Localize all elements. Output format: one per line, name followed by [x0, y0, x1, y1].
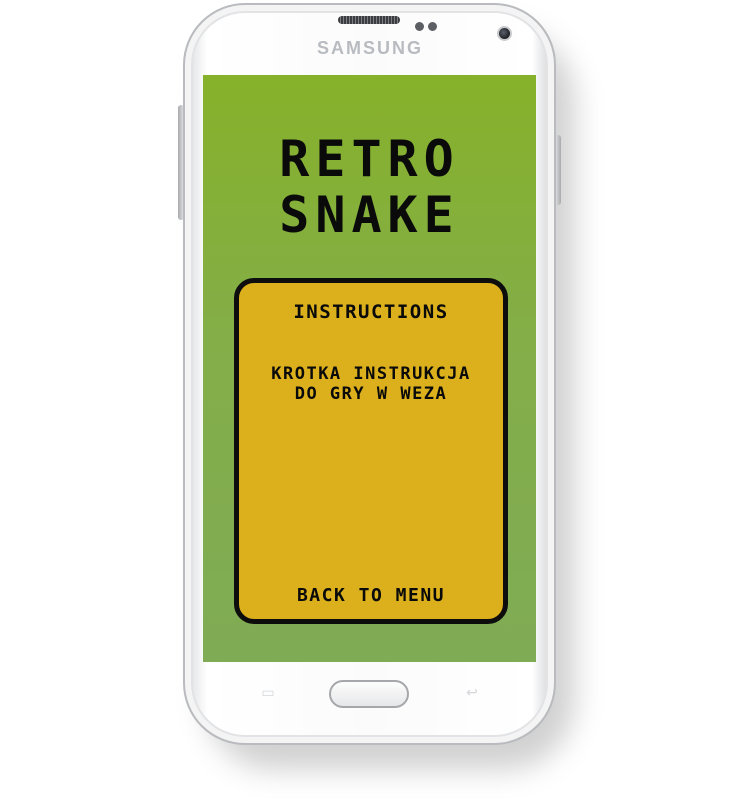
home-button[interactable] [329, 680, 409, 708]
back-icon[interactable]: ↩ [462, 686, 482, 700]
stage: SAMSUNG RETRO SNAKE INSTRUCTIONS KROTKA … [0, 0, 737, 800]
game-title: RETRO SNAKE [203, 131, 536, 243]
recent-apps-icon[interactable]: ▭ [258, 686, 278, 700]
front-camera-icon [497, 26, 512, 41]
light-sensor [428, 22, 437, 31]
proximity-sensor [415, 22, 424, 31]
brand-logo: SAMSUNG [316, 38, 423, 58]
earpiece-speaker [338, 16, 400, 24]
instructions-panel: INSTRUCTIONS KROTKA INSTRUKCJA DO GRY W … [234, 278, 508, 624]
back-to-menu-button[interactable]: BACK TO MENU [249, 585, 493, 606]
game-title-line-2: SNAKE [279, 186, 460, 244]
instructions-text: KROTKA INSTRUKCJA DO GRY W WEZA [271, 364, 471, 404]
instructions-heading: INSTRUCTIONS [293, 301, 449, 323]
game-screen: RETRO SNAKE INSTRUCTIONS KROTKA INSTRUKC… [203, 75, 536, 662]
game-title-line-1: RETRO [279, 130, 460, 188]
